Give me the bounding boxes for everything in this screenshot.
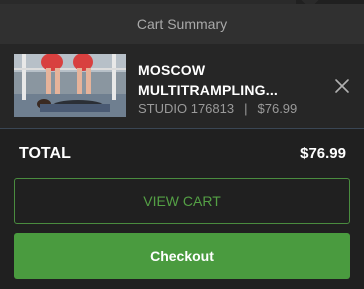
checkout-button[interactable]: Checkout	[14, 233, 350, 279]
item-studio[interactable]: STUDIO 176813	[138, 101, 234, 116]
item-title[interactable]: MOSCOW MULTITRAMPLING...	[138, 60, 308, 100]
item-price: $76.99	[257, 101, 298, 116]
cart-summary-title: Cart Summary	[136, 16, 228, 32]
total-label: TOTAL	[19, 145, 71, 162]
cart-summary-header: Cart Summary	[0, 4, 364, 44]
item-meta: STUDIO 176813 | $76.99	[138, 101, 297, 116]
product-thumbnail[interactable]	[14, 54, 126, 117]
total-value: $76.99	[300, 145, 346, 162]
view-cart-label: VIEW CART	[143, 193, 221, 209]
checkout-label: Checkout	[150, 248, 214, 264]
meta-separator: |	[244, 101, 248, 116]
divider	[0, 128, 364, 129]
view-cart-button[interactable]: VIEW CART	[14, 178, 350, 224]
close-icon[interactable]	[334, 78, 350, 94]
cart-item: MOSCOW MULTITRAMPLING... STUDIO 176813 | $…	[0, 44, 364, 128]
cart-summary-popup: Cart Summary MOSCOW MULTITRAMPLING... ST…	[0, 0, 364, 289]
